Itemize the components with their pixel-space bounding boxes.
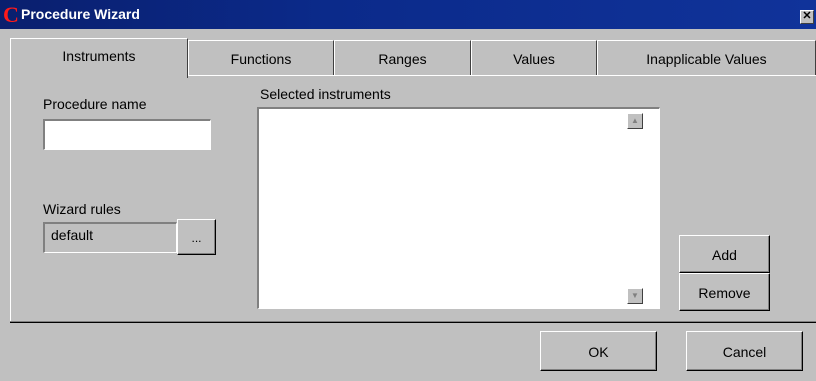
- panel-border-left: [10, 75, 11, 322]
- app-icon: C: [3, 2, 19, 27]
- selected-instruments-list[interactable]: ▲ ▼: [257, 107, 660, 309]
- scroll-down-icon[interactable]: ▼: [627, 288, 643, 304]
- tab-ranges[interactable]: Ranges: [334, 40, 471, 76]
- tab-instruments[interactable]: Instruments: [10, 38, 188, 78]
- tab-inapplicable-values[interactable]: Inapplicable Values: [597, 40, 816, 76]
- wizard-rules-field: default: [43, 222, 177, 253]
- wizard-rules-browse-button[interactable]: ...: [177, 219, 216, 255]
- tab-values[interactable]: Values: [471, 40, 597, 76]
- procedure-name-input[interactable]: [43, 119, 211, 150]
- wizard-rules-label: Wizard rules: [43, 201, 121, 217]
- add-button[interactable]: Add: [679, 235, 770, 273]
- remove-button[interactable]: Remove: [679, 273, 770, 311]
- ok-button[interactable]: OK: [540, 331, 657, 371]
- procedure-name-label: Procedure name: [43, 96, 147, 112]
- cancel-button[interactable]: Cancel: [686, 331, 803, 371]
- tab-strip: Instruments Functions Ranges Values Inap…: [10, 38, 816, 78]
- title-bar: C Procedure Wizard ✕: [0, 0, 816, 29]
- scroll-up-icon[interactable]: ▲: [627, 113, 643, 129]
- selected-instruments-label: Selected instruments: [260, 86, 391, 102]
- tab-functions[interactable]: Functions: [188, 40, 334, 76]
- window-title: Procedure Wizard: [21, 6, 140, 22]
- close-icon[interactable]: ✕: [800, 10, 814, 24]
- panel-separator: [10, 321, 816, 323]
